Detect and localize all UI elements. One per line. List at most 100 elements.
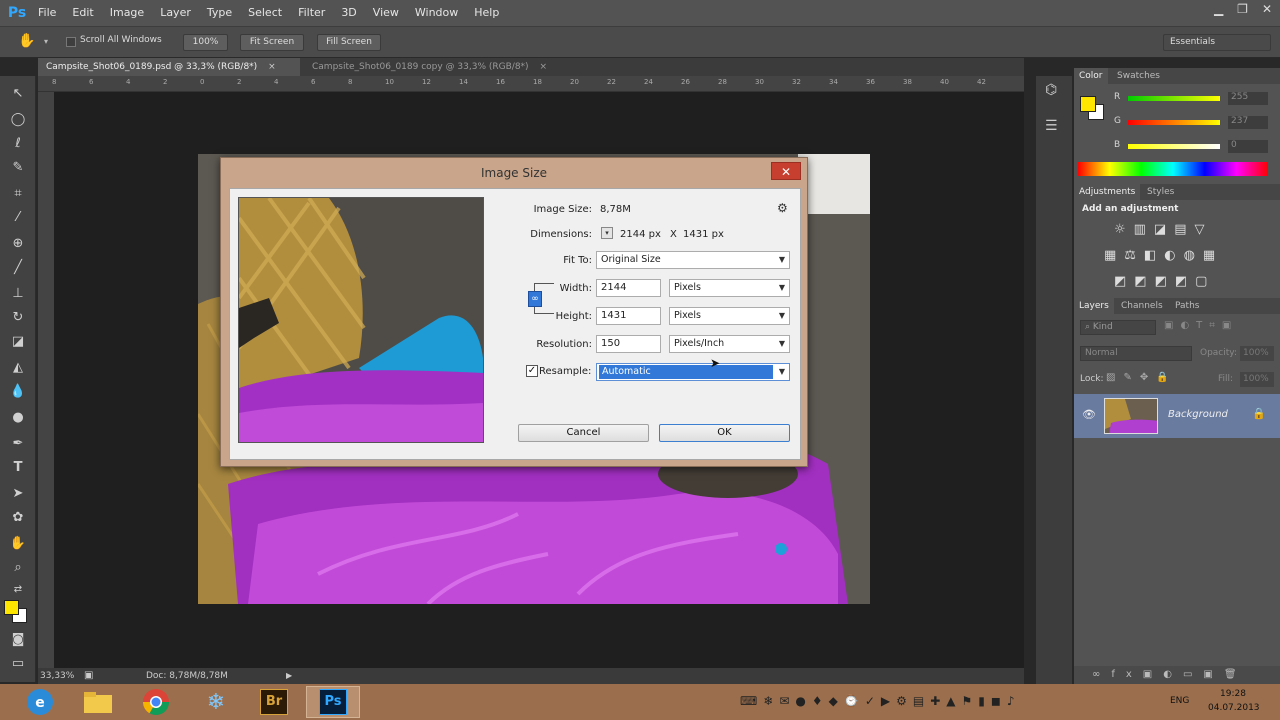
ok-button[interactable]: OK [659,424,790,442]
history-brush-tool-icon[interactable]: ↻ [8,308,28,328]
close-icon[interactable]: ✕ [1262,2,1272,16]
windows-start-icon[interactable]: e [20,686,60,718]
b-value[interactable]: 0 [1228,140,1268,153]
tab-styles[interactable]: Styles [1142,184,1179,200]
clock-date[interactable]: 04.07.2013 [1208,703,1260,713]
status-menu-arrow-icon[interactable]: ▶ [286,671,292,680]
fill-screen-button[interactable]: Fill Screen [317,34,381,51]
lasso-tool-icon[interactable]: ℓ [8,134,28,154]
screen-mode-icon[interactable]: ▭ [8,654,28,674]
tab-color[interactable]: Color [1074,68,1108,84]
layers-footer-icons[interactable]: ∞fx▣◐▭▣🗑 [1074,666,1280,684]
adjustment-icons-row-1[interactable]: ☼▥◪▤▽ [1114,222,1213,237]
zoom-100-button[interactable]: 100% [183,34,228,51]
lock-icons[interactable]: ▨✎✥🔒 [1106,372,1177,383]
tab-paths[interactable]: Paths [1170,298,1204,314]
foreground-color-swatch[interactable] [4,600,19,615]
b-slider[interactable] [1128,144,1220,149]
marquee-tool-icon[interactable]: ◯ [8,110,28,130]
shape-tool-icon[interactable]: ✿ [8,508,28,528]
layer-filter-kind[interactable]: ⌕ Kind [1080,320,1156,335]
settings-gear-icon[interactable]: ⚙ [777,201,788,215]
menu-filter[interactable]: Filter [290,0,333,26]
status-info-icon[interactable]: ▣ [84,670,93,681]
menu-help[interactable]: Help [466,0,507,26]
tab-layers[interactable]: Layers [1074,298,1114,314]
eyedropper-tool-icon[interactable]: ⁄ [8,208,28,228]
dimensions-unit-dropdown[interactable]: ▾ [601,227,613,239]
crop-tool-icon[interactable]: ⌗ [8,184,28,204]
height-input[interactable]: 1431 [596,307,661,325]
file-explorer-icon[interactable] [78,686,118,718]
quick-select-tool-icon[interactable]: ✎ [8,158,28,178]
foreground-color-swatch[interactable] [1080,96,1096,112]
g-slider[interactable] [1128,120,1220,125]
healing-tool-icon[interactable]: ⊕ [8,234,28,254]
layer-filter-icons[interactable]: ▣◐T⌗▣ [1164,320,1238,331]
dialog-close-button[interactable]: ✕ [771,162,801,180]
r-slider[interactable] [1128,96,1220,101]
chrome-icon[interactable] [136,686,176,718]
fit-screen-button[interactable]: Fit Screen [240,34,304,51]
menu-edit[interactable]: Edit [64,0,101,26]
scroll-all-checkbox[interactable] [66,37,76,47]
minimize-icon[interactable]: ▁ [1214,2,1223,16]
opacity-value[interactable]: 100% [1240,346,1274,361]
resample-checkbox[interactable]: ✓ [526,365,538,377]
workspace-select[interactable]: Essentials [1163,34,1271,51]
tab-swatches[interactable]: Swatches [1112,68,1165,84]
resample-select[interactable]: Automatic ▼ [596,363,790,381]
hand-tool-icon[interactable]: ✋ [18,33,35,49]
adjustment-icons-row-3[interactable]: ◩◩◩◩▢ [1114,274,1215,289]
stamp-tool-icon[interactable]: ⊥ [8,284,28,304]
resolution-input[interactable]: 150 [596,335,661,353]
adjustment-icons-row-2[interactable]: ▦⚖◧◐◍▦ [1104,248,1223,263]
tool-preset-chevron-icon[interactable]: ▾ [44,37,48,46]
close-tab-icon[interactable]: × [539,62,547,72]
menu-type[interactable]: Type [199,0,240,26]
fill-value[interactable]: 100% [1240,372,1274,387]
type-tool-icon[interactable]: T [8,458,28,478]
restore-icon[interactable]: ❐ [1237,2,1248,16]
dodge-tool-icon[interactable]: ● [8,408,28,428]
system-tray-icons[interactable]: ⌨❄✉●♦◆⌚✓▶⚙▤✚▲⚑▮◼♪ [740,694,1020,708]
menu-3d[interactable]: 3D [333,0,364,26]
hand-tool-icon[interactable]: ✋ [8,534,28,554]
quick-mask-icon[interactable]: ◙ [8,630,28,650]
properties-panel-icon[interactable]: ☰ [1045,118,1058,134]
tab-channels[interactable]: Channels [1116,298,1168,314]
tab-document-1[interactable]: Campsite_Shot06_0189.psd @ 33,3% (RGB/8*… [38,58,300,76]
visibility-eye-icon[interactable]: 👁 [1082,408,1096,421]
color-spectrum[interactable] [1078,162,1268,176]
blur-tool-icon[interactable]: 💧 [8,382,28,402]
width-input[interactable]: 2144 [596,279,661,297]
menu-select[interactable]: Select [240,0,290,26]
path-select-tool-icon[interactable]: ➤ [8,484,28,504]
menu-layer[interactable]: Layer [152,0,199,26]
tab-adjustments[interactable]: Adjustments [1074,184,1141,200]
menu-image[interactable]: Image [102,0,152,26]
fit-to-select[interactable]: Original Size ▼ [596,251,790,269]
snowflake-app-icon[interactable]: ❄ [196,686,236,718]
image-preview[interactable] [238,197,484,443]
move-tool-icon[interactable]: ↖ [8,84,28,104]
width-unit-select[interactable]: Pixels ▼ [669,279,790,297]
zoom-level[interactable]: 33,33% [40,671,74,681]
gradient-tool-icon[interactable]: ◭ [8,358,28,378]
tab-document-2[interactable]: Campsite_Shot06_0189 copy @ 33,3% (RGB/8… [304,58,576,76]
close-tab-icon[interactable]: × [268,62,276,72]
height-unit-select[interactable]: Pixels ▼ [669,307,790,325]
clock-time[interactable]: 19:28 [1220,689,1246,699]
photoshop-taskbar-icon[interactable]: Ps [306,686,360,718]
bridge-icon[interactable]: Br [254,686,294,718]
swap-colors-icon[interactable]: ⇄ [8,580,28,600]
resolution-unit-select[interactable]: Pixels/Inch ▼ [669,335,790,353]
history-panel-icon[interactable]: ⌬ [1045,82,1057,98]
g-value[interactable]: 237 [1228,116,1268,129]
menu-window[interactable]: Window [407,0,466,26]
blend-mode-select[interactable]: Normal [1080,346,1192,361]
r-value[interactable]: 255 [1228,92,1268,105]
menu-file[interactable]: File [30,0,64,26]
brush-tool-icon[interactable]: ╱ [8,258,28,278]
layer-row-background[interactable]: 👁 Background 🔒 [1074,394,1280,438]
